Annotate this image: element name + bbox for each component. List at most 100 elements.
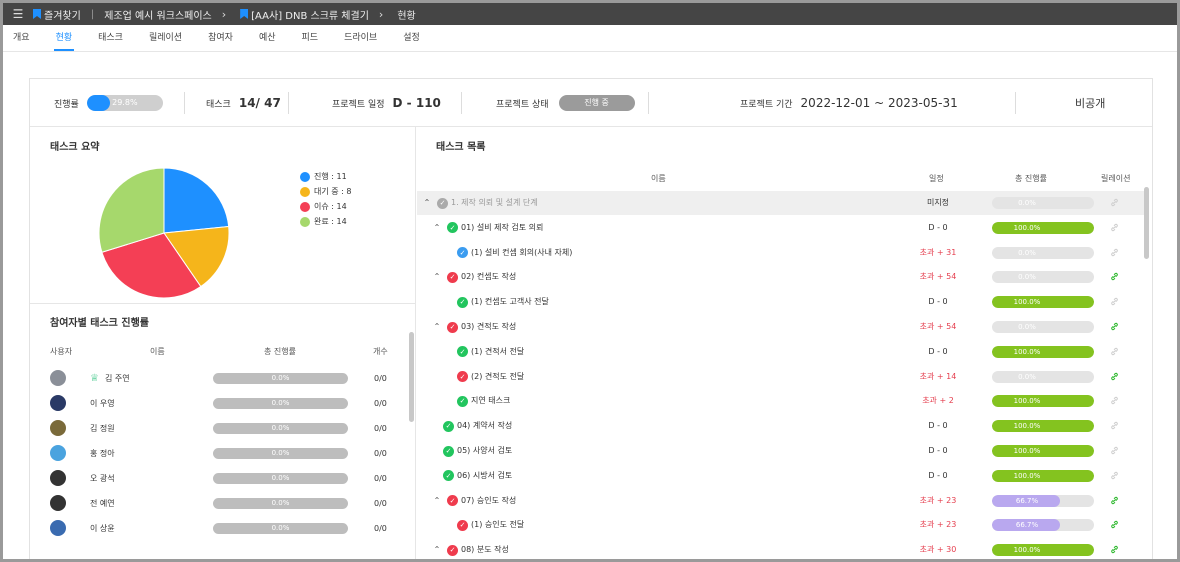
task-schedule: D - 0 xyxy=(928,421,948,431)
table-row[interactable]: 김 정원 0.0% 0/0 xyxy=(30,416,410,440)
status-check-icon[interactable]: ✓ xyxy=(443,445,454,457)
task-name[interactable]: 05) 사양서 검토 xyxy=(457,439,512,463)
link-icon[interactable] xyxy=(1110,545,1119,554)
task-name[interactable]: 08) 분도 작성 xyxy=(461,538,509,559)
task-row[interactable]: ✓ 지연 태스크 초과 + 2 100.0% xyxy=(417,389,1144,413)
progress-value: 29.8% xyxy=(112,98,138,107)
chevron-up-icon[interactable]: ⌃ xyxy=(433,315,441,339)
avatar xyxy=(50,445,66,461)
task-row[interactable]: ✓ 05) 사양서 검토 D - 0 100.0% xyxy=(417,439,1144,463)
tab-participants[interactable]: 참여자 xyxy=(198,25,243,51)
schedule-value: D - 110 xyxy=(392,96,441,110)
breadcrumb-workspace[interactable]: 제조업 예시 워크스페이스 xyxy=(104,7,212,22)
participants-scrollbar[interactable] xyxy=(409,332,414,422)
link-icon[interactable] xyxy=(1110,248,1119,257)
breadcrumb-project[interactable]: [AA사] DNB 스크류 체결기 xyxy=(240,7,369,22)
task-name[interactable]: (1) 견적서 전달 xyxy=(471,340,524,364)
task-name[interactable]: 06) 시방서 검토 xyxy=(457,464,512,488)
table-row[interactable]: ♕ 김 주연 0.0% 0/0 xyxy=(30,366,410,390)
status-check-icon[interactable]: ✓ xyxy=(443,420,454,432)
link-icon[interactable] xyxy=(1110,297,1119,306)
link-icon[interactable] xyxy=(1110,272,1119,281)
task-row[interactable]: ✓ 04) 계약서 작성 D - 0 100.0% xyxy=(417,414,1144,438)
tab-drive[interactable]: 드라이브 xyxy=(334,25,387,51)
table-row[interactable]: 이 우영 0.0% 0/0 xyxy=(30,391,410,415)
status-check-icon[interactable]: ✓ xyxy=(447,321,458,333)
task-row[interactable]: ⌃ ✓ 03) 견적도 작성 초과 + 54 0.0% xyxy=(417,315,1144,339)
status-check-icon[interactable]: ✓ xyxy=(447,544,458,556)
task-row[interactable]: ✓ (1) 컨셉도 고객사 전달 D - 0 100.0% xyxy=(417,290,1144,314)
legend-label: 완료 : 14 xyxy=(314,217,347,226)
chevron-up-icon[interactable]: ⌃ xyxy=(423,191,431,215)
link-icon[interactable] xyxy=(1110,471,1119,480)
task-row[interactable]: ⌃ ✓ 01) 설비 제작 검토 의뢰 D - 0 100.0% xyxy=(417,216,1144,240)
link-icon[interactable] xyxy=(1110,396,1119,405)
chevron-up-icon[interactable]: ⌃ xyxy=(433,489,441,513)
task-name[interactable]: 지연 태스크 xyxy=(471,389,510,413)
task-row[interactable]: ✓ (1) 승인도 전달 초과 + 23 66.7% xyxy=(417,513,1144,537)
link-icon[interactable] xyxy=(1110,496,1119,505)
table-row[interactable]: 전 예연 0.0% 0/0 xyxy=(30,491,410,515)
status-check-icon[interactable]: ✓ xyxy=(457,371,468,383)
task-row[interactable]: ✓ 06) 시방서 검토 D - 0 100.0% xyxy=(417,464,1144,488)
chevron-up-icon[interactable]: ⌃ xyxy=(433,265,441,289)
task-list-scrollbar[interactable] xyxy=(1144,187,1149,259)
tab-budget[interactable]: 예산 xyxy=(249,25,286,51)
status-check-icon[interactable]: ✓ xyxy=(457,296,468,308)
task-row[interactable]: ✓ (1) 견적서 전달 D - 0 100.0% xyxy=(417,340,1144,364)
task-progress-value: 100.0% xyxy=(1013,471,1041,480)
pie-legend: 진행 : 11 대기 중 : 8 이슈 : 14 완료 : 14 xyxy=(300,169,352,229)
status-check-icon[interactable]: ✓ xyxy=(457,519,468,531)
status-check-icon[interactable]: ✓ xyxy=(437,197,448,209)
tab-tasks[interactable]: 태스크 xyxy=(88,25,133,51)
task-name[interactable]: (2) 견적도 전달 xyxy=(471,365,524,389)
tab-feed[interactable]: 피드 xyxy=(292,25,329,51)
chevron-up-icon[interactable]: ⌃ xyxy=(433,538,441,559)
tab-status[interactable]: 현황 xyxy=(46,25,83,51)
link-icon[interactable] xyxy=(1110,198,1119,207)
task-name[interactable]: (1) 승인도 전달 xyxy=(471,513,524,537)
task-row[interactable]: ⌃ ✓ 08) 분도 작성 초과 + 30 100.0% xyxy=(417,538,1144,559)
task-name[interactable]: 07) 승인도 작성 xyxy=(461,489,516,513)
link-icon[interactable] xyxy=(1110,372,1119,381)
link-icon[interactable] xyxy=(1110,347,1119,356)
task-name[interactable]: 01) 설비 제작 검토 의뢰 xyxy=(461,216,543,240)
table-row[interactable]: 이 상윤 0.0% 0/0 xyxy=(30,516,410,540)
task-row[interactable]: ⌃ ✓ 02) 컨셉도 작성 초과 + 54 0.0% xyxy=(417,265,1144,289)
task-name[interactable]: 03) 견적도 작성 xyxy=(461,315,516,339)
link-icon[interactable] xyxy=(1110,322,1119,331)
link-icon[interactable] xyxy=(1110,446,1119,455)
task-name[interactable]: 1. 제작 의뢰 및 설계 단계 xyxy=(451,191,538,215)
task-name[interactable]: (1) 컨셉도 고객사 전달 xyxy=(471,290,549,314)
status-check-icon[interactable]: ✓ xyxy=(447,271,458,283)
schedule-summary: 프로젝트 일정 D - 110 xyxy=(332,79,441,127)
task-name[interactable]: (1) 설비 컨셉 회의(사내 자체) xyxy=(471,241,572,265)
chevron-up-icon[interactable]: ⌃ xyxy=(433,216,441,240)
tab-overview[interactable]: 개요 xyxy=(3,25,40,51)
task-row[interactable]: ⌃ ✓ 1. 제작 의뢰 및 설계 단계 미지정 0.0% xyxy=(417,191,1144,215)
task-row[interactable]: ✓ (1) 설비 컨셉 회의(사내 자체) 초과 + 31 0.0% xyxy=(417,241,1144,265)
tab-relations[interactable]: 릴레이션 xyxy=(139,25,192,51)
favorites-link[interactable]: 즐겨찾기 xyxy=(33,7,81,22)
task-list-title: 태스크 목록 xyxy=(436,142,486,153)
participant-name-text: 김 정원 xyxy=(90,423,115,433)
task-row[interactable]: ✓ (2) 견적도 전달 초과 + 14 0.0% xyxy=(417,365,1144,389)
link-icon[interactable] xyxy=(1110,421,1119,430)
status-check-icon[interactable]: ✓ xyxy=(457,247,468,259)
task-name[interactable]: 02) 컨셉도 작성 xyxy=(461,265,516,289)
table-row[interactable]: 오 광석 0.0% 0/0 xyxy=(30,466,410,490)
task-row[interactable]: ⌃ ✓ 07) 승인도 작성 초과 + 23 66.7% xyxy=(417,489,1144,513)
status-check-icon[interactable]: ✓ xyxy=(443,470,454,482)
hamburger-menu-icon[interactable]: ☰ xyxy=(3,7,33,21)
status-check-icon[interactable]: ✓ xyxy=(447,222,458,234)
tab-settings[interactable]: 설정 xyxy=(393,25,430,51)
status-check-icon[interactable]: ✓ xyxy=(447,495,458,507)
status-check-icon[interactable]: ✓ xyxy=(457,395,468,407)
task-name[interactable]: 04) 계약서 작성 xyxy=(457,414,512,438)
table-row[interactable]: 홍 정아 0.0% 0/0 xyxy=(30,441,410,465)
link-icon[interactable] xyxy=(1110,223,1119,232)
status-check-icon[interactable]: ✓ xyxy=(457,346,468,358)
link-icon[interactable] xyxy=(1110,520,1119,529)
participant-task-count: 0/0 xyxy=(374,398,387,408)
legend-item-done: 완료 : 14 xyxy=(300,214,352,229)
